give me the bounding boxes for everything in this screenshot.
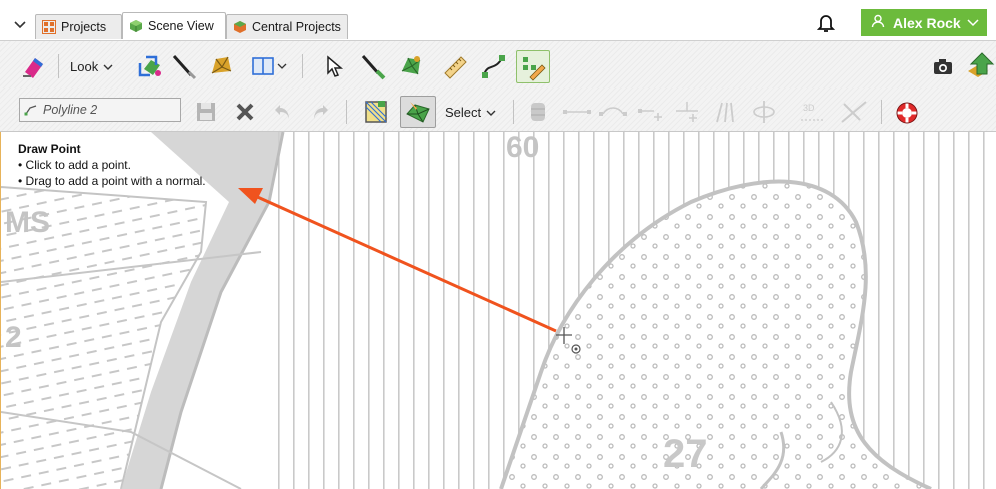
map-label-ms: MS (5, 206, 50, 239)
barrel-icon[interactable] (526, 99, 550, 125)
tab-label: Central Projects (252, 20, 341, 34)
map-label-27: 27 (663, 432, 708, 476)
hint-line-drag: • Drag to add a point with a normal. (18, 174, 206, 188)
user-icon (871, 14, 885, 31)
help-lifebuoy-icon[interactable] (894, 100, 920, 126)
knife-tool-icon[interactable] (357, 50, 389, 82)
ruler-icon[interactable] (440, 50, 472, 82)
map-label-60: 60 (506, 132, 539, 164)
tab-label: Projects (61, 20, 107, 34)
toolbar-divider (881, 100, 882, 124)
tab-scene-view[interactable]: Scene View (122, 12, 226, 39)
tab-strip: Projects Scene View Central Projects Ale… (0, 0, 996, 40)
reverse-direction-icon[interactable] (712, 99, 738, 125)
draw-points-icon[interactable] (516, 50, 550, 83)
tab-projects[interactable]: Projects (35, 14, 122, 39)
layout-split-button[interactable] (247, 50, 291, 82)
cancel-close-icon[interactable] (232, 99, 258, 125)
curve-segment-icon[interactable] (598, 103, 628, 121)
redo-icon[interactable] (307, 99, 333, 125)
upload-publish-icon[interactable] (966, 49, 996, 83)
undo-icon[interactable] (270, 99, 296, 125)
scene-cube-icon (129, 19, 143, 33)
save-icon[interactable] (193, 99, 219, 125)
draw-on-surface-icon[interactable] (400, 96, 436, 128)
user-account-button[interactable]: Alex Rock (861, 9, 987, 36)
mesh-tool-icon[interactable] (205, 50, 237, 82)
select-menu-button[interactable]: Select (445, 100, 496, 124)
chevron-down-icon (103, 59, 113, 74)
tab-label: Scene View (148, 19, 214, 33)
central-projects-icon (233, 20, 247, 34)
surface-edit-icon[interactable] (395, 50, 427, 82)
straight-segment-icon[interactable] (562, 103, 592, 121)
draw-polyline-icon[interactable] (478, 50, 510, 82)
user-name: Alex Rock (893, 14, 961, 31)
projects-grid-icon (42, 20, 56, 34)
svg-text:3D: 3D (803, 103, 815, 113)
draw-point-hint: Draw Point • Click to add a point. • Dra… (18, 141, 206, 189)
tab-menu-chevron-icon[interactable] (12, 16, 28, 32)
object-name-field[interactable]: Polyline 2 (19, 98, 181, 122)
select-label: Select (445, 104, 482, 120)
slice-tool-icon[interactable] (168, 50, 200, 82)
look-label: Look (70, 58, 99, 74)
fit-scene-icon[interactable] (135, 50, 167, 82)
polyline-icon (24, 102, 38, 119)
toolbar-divider (513, 100, 514, 124)
camera-icon[interactable] (931, 55, 955, 77)
look-menu-button[interactable]: Look (70, 54, 113, 78)
hint-title: Draw Point (18, 142, 81, 156)
drawing-plane-icon[interactable] (361, 97, 391, 127)
map-label-2: 2 (5, 321, 22, 354)
project-3d-icon[interactable]: 3D (797, 98, 827, 126)
toolbar-divider (346, 100, 347, 124)
chevron-down-icon (967, 15, 979, 31)
tab-central-projects[interactable]: Central Projects (226, 14, 348, 39)
rotate-icon[interactable] (750, 97, 778, 127)
notifications-bell-icon[interactable] (816, 13, 836, 33)
toolbar-divider (302, 54, 303, 78)
toolbar-divider (58, 54, 59, 78)
object-name-value: Polyline 2 (43, 103, 98, 117)
add-point-middle-icon[interactable] (672, 99, 702, 125)
pointer-icon[interactable] (318, 50, 350, 82)
hint-line-click: • Click to add a point. (18, 158, 131, 172)
eraser-icon[interactable] (18, 51, 48, 81)
chevron-down-icon (486, 105, 496, 120)
split-line-icon[interactable] (838, 98, 870, 126)
add-point-end-icon[interactable] (636, 101, 666, 123)
